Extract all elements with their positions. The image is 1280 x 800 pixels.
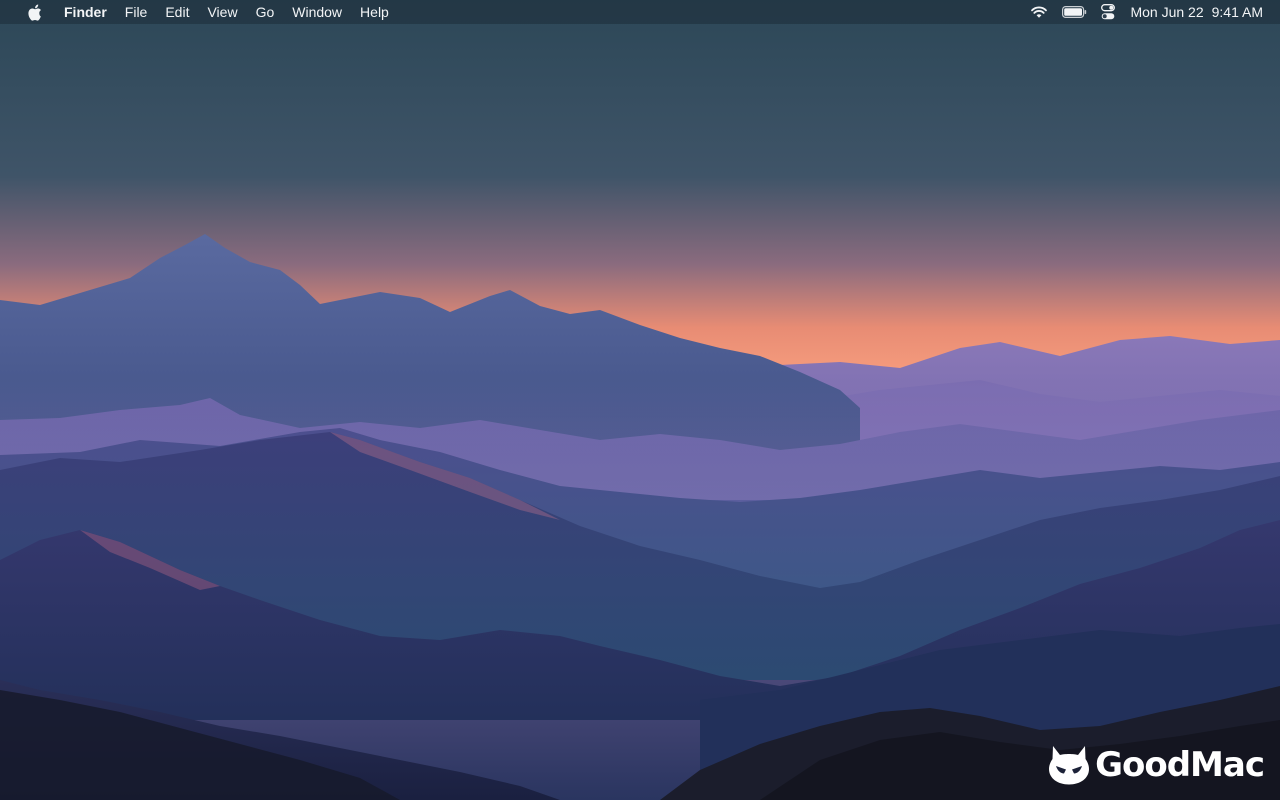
menu-window[interactable]: Window [283,0,351,24]
wifi-icon[interactable] [1030,0,1048,24]
menu-bar: Finder File Edit View Go Window Help Mon… [0,0,1280,24]
menu-file[interactable]: File [116,0,157,24]
apple-logo-icon[interactable] [25,2,43,22]
wallpaper-mountains [0,0,1280,800]
menu-app-name[interactable]: Finder [57,0,116,24]
clock-time: 9:41 AM [1211,4,1263,20]
menu-bar-left: Finder File Edit View Go Window Help [0,0,398,24]
desktop: Finder File Edit View Go Window Help Mon… [0,0,1280,800]
control-center-icon[interactable] [1101,0,1116,24]
menu-edit[interactable]: Edit [156,0,198,24]
menu-bar-right: Mon Jun 22 9:41 AM [1023,0,1280,24]
menu-go[interactable]: Go [247,0,284,24]
clock-date: Mon Jun 22 [1130,4,1204,20]
goodmac-wordmark: GoodMac [1095,745,1265,785]
menu-help[interactable]: Help [351,0,398,24]
goodmac-watermark: GoodMac [1047,744,1265,786]
devil-face-logo-icon [1049,746,1090,785]
battery-icon[interactable] [1062,0,1087,24]
menu-view[interactable]: View [198,0,246,24]
menu-bar-clock[interactable]: Mon Jun 22 9:41 AM [1130,4,1263,20]
